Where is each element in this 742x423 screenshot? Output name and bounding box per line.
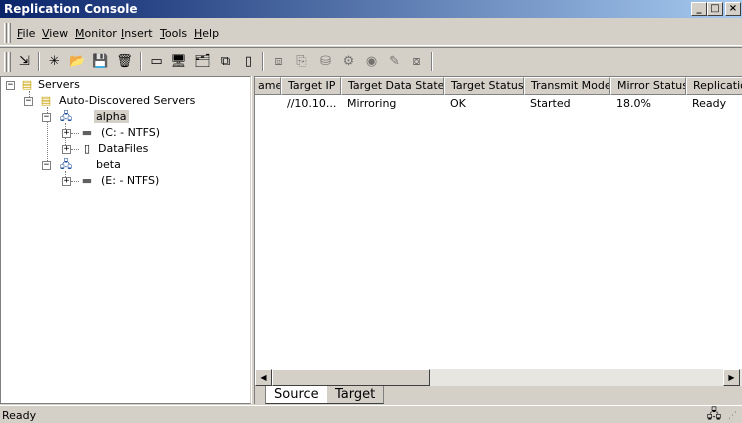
copy-icon[interactable]: ⎘ — [293, 53, 310, 70]
toolbar-separator — [262, 52, 264, 71]
network-icon[interactable]: ⛁ — [317, 53, 334, 70]
connection-list[interactable]: ame Target IP Target Data State Target S… — [255, 76, 742, 369]
window-title: Replication Console — [4, 2, 138, 16]
cell-replication: Ready — [692, 97, 727, 110]
servers-folder-icon: ▤ — [21, 78, 33, 91]
cell-target-data-state: Mirroring — [347, 97, 397, 110]
tree-node-drive-e[interactable]: (E: - NTFS) — [101, 173, 159, 189]
toolbar-grip-2[interactable] — [8, 52, 11, 72]
replication-icon[interactable]: ⧈ — [270, 53, 287, 70]
column-header-mirror-status[interactable]: Mirror Status — [610, 77, 686, 95]
tab-target[interactable]: Target — [327, 386, 385, 404]
tree-node-servers[interactable]: Servers — [38, 77, 80, 93]
connections-icon[interactable]: ⧉ — [217, 53, 234, 70]
collapse-icon[interactable]: − — [6, 81, 15, 90]
minimize-button[interactable]: _ — [691, 2, 707, 16]
tree-node-drive-c[interactable]: (C: - NTFS) — [101, 125, 160, 141]
tree-line — [71, 133, 79, 134]
menu-view[interactable]: View — [42, 27, 68, 40]
menu-file[interactable]: File — [17, 27, 35, 40]
title-bar[interactable]: Replication Console _ □ × — [0, 0, 742, 18]
tab-source[interactable]: Source — [265, 386, 327, 404]
menu-grip-2[interactable] — [8, 23, 11, 43]
toolbar-separator — [140, 52, 142, 71]
horizontal-scrollbar[interactable]: ◀ ▶ — [255, 369, 742, 386]
status-bar: Ready 🖧 ⋰ — [0, 405, 742, 423]
toolbar: ⇲ ✳ 📂 💾 🗑 ▭ 🖥 🗂 ⧉ ▯ ⧈ ⎘ ⛁ ⚙ ◉ ✎ ⧇ — [0, 47, 742, 75]
tree-node-beta[interactable]: beta — [96, 157, 121, 173]
scroll-left-icon[interactable]: ◀ — [255, 369, 272, 386]
save-icon[interactable]: 💾 — [92, 53, 109, 70]
tree-node-alpha[interactable]: alpha — [94, 109, 129, 125]
toolbar-grip[interactable] — [4, 52, 7, 72]
close-button[interactable]: × — [725, 2, 741, 16]
server-tree[interactable]: − ▤ Servers − ▤ Auto-Discovered Servers … — [0, 76, 251, 404]
expand-icon[interactable]: + — [62, 177, 71, 186]
network-status-icon: 🖧 — [706, 407, 722, 422]
server-icon: 🖧 — [59, 158, 73, 171]
collapse-icon[interactable]: − — [42, 113, 51, 122]
tree-line — [71, 181, 79, 182]
expand-icon[interactable]: + — [62, 129, 71, 138]
server-properties-icon[interactable]: 🖥 — [170, 53, 187, 70]
open-folder-icon[interactable]: 📂 — [69, 53, 86, 70]
menu-grip[interactable] — [4, 23, 7, 43]
cell-transmit-mode: Started — [530, 97, 571, 110]
monitor-icon[interactable]: ◉ — [363, 53, 380, 70]
column-header-transmit-mode[interactable]: Transmit Mode — [524, 77, 610, 95]
tree-node-datafiles[interactable]: DataFiles — [98, 141, 148, 157]
status-text: Ready — [2, 409, 37, 422]
exit-icon[interactable]: ⇲ — [16, 53, 33, 70]
tree-line — [71, 149, 79, 150]
scroll-right-icon[interactable]: ▶ — [723, 369, 740, 386]
menu-help[interactable]: Help — [194, 27, 219, 40]
column-header-target-data-state[interactable]: Target Data State — [341, 77, 444, 95]
menu-bar: File View Monitor Insert Tools Help — [0, 20, 742, 46]
toolbar-separator — [38, 52, 40, 71]
cell-target-status: OK — [450, 97, 466, 110]
pin-icon[interactable]: ✎ — [386, 53, 403, 70]
group-icon[interactable]: 🗂 — [194, 53, 211, 70]
document-icon[interactable]: ▯ — [240, 53, 257, 70]
collapse-icon[interactable]: − — [24, 97, 33, 106]
scroll-thumb[interactable] — [272, 369, 430, 386]
failover-icon[interactable]: ⧇ — [408, 53, 425, 70]
new-icon[interactable]: ✳ — [46, 53, 63, 70]
file-icon: ▯ — [83, 142, 91, 155]
resize-grip-icon[interactable]: ⋰ — [728, 410, 740, 422]
menu-insert[interactable]: Insert — [121, 27, 153, 40]
group-folder-icon: ▤ — [40, 94, 52, 107]
toolbar-separator — [431, 52, 433, 71]
maximize-button[interactable]: □ — [707, 2, 723, 16]
server-icon: 🖧 — [59, 110, 73, 123]
tab-strip: Source Target — [255, 386, 742, 404]
column-header-target-ip[interactable]: Target IP — [281, 77, 341, 95]
column-header-name[interactable]: ame — [255, 77, 281, 95]
cell-target-ip: //10.10... — [287, 97, 337, 110]
settings-icon[interactable]: ⚙ — [340, 53, 357, 70]
column-header-target-status[interactable]: Target Status — [444, 77, 524, 95]
menu-tools[interactable]: Tools — [160, 27, 187, 40]
cell-mirror-status: 18.0% — [616, 97, 651, 110]
drive-icon: ▬ — [81, 174, 93, 187]
collapse-icon[interactable]: − — [42, 161, 51, 170]
tree-node-auto-discovered[interactable]: Auto-Discovered Servers — [59, 93, 195, 109]
delete-icon[interactable]: 🗑 — [116, 53, 133, 70]
window-icon[interactable]: ▭ — [148, 53, 165, 70]
menu-monitor[interactable]: Monitor — [75, 27, 117, 40]
column-header-replication[interactable]: Replication — [686, 77, 742, 95]
drive-icon: ▬ — [81, 126, 93, 139]
expand-icon[interactable]: + — [62, 145, 71, 154]
